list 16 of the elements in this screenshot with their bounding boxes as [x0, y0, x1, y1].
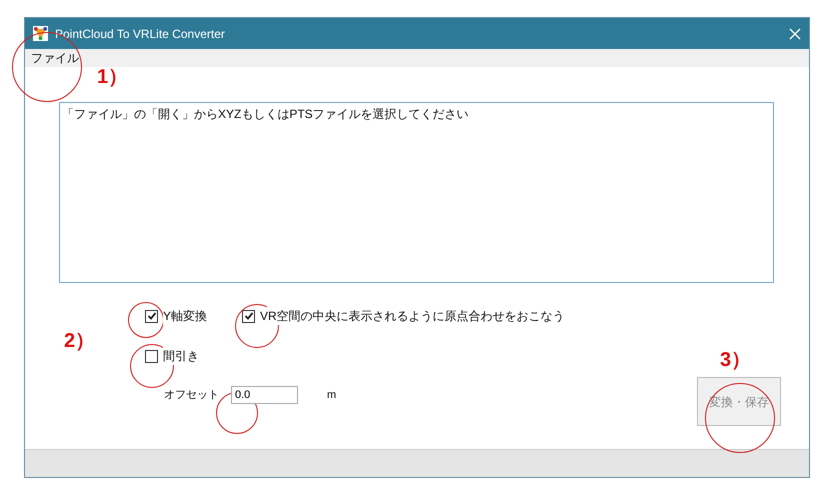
- window-title: PointCloud To VRLite Converter: [55, 26, 225, 42]
- close-icon[interactable]: [789, 28, 801, 40]
- annotation-number: 3）: [720, 348, 752, 373]
- checkbox[interactable]: [145, 310, 158, 322]
- unit-label: m: [327, 388, 336, 403]
- app-icon: [33, 26, 48, 41]
- message-field[interactable]: 「ファイル」の「開く」からXYZもしくはPTSファイルを選択してください: [59, 102, 774, 283]
- checkbox[interactable]: [242, 310, 256, 322]
- checkbox-label: Y軸変換: [163, 307, 208, 325]
- checkbox-label: 間引き: [163, 347, 199, 365]
- offset-field[interactable]: 0.0: [231, 386, 298, 404]
- annotation-number: 1）: [97, 65, 128, 90]
- checkbox[interactable]: [145, 350, 158, 362]
- menu-item[interactable]: ファイル: [25, 49, 85, 67]
- offset-label: オフセット: [164, 388, 219, 403]
- annotation-number: 2）: [64, 329, 96, 354]
